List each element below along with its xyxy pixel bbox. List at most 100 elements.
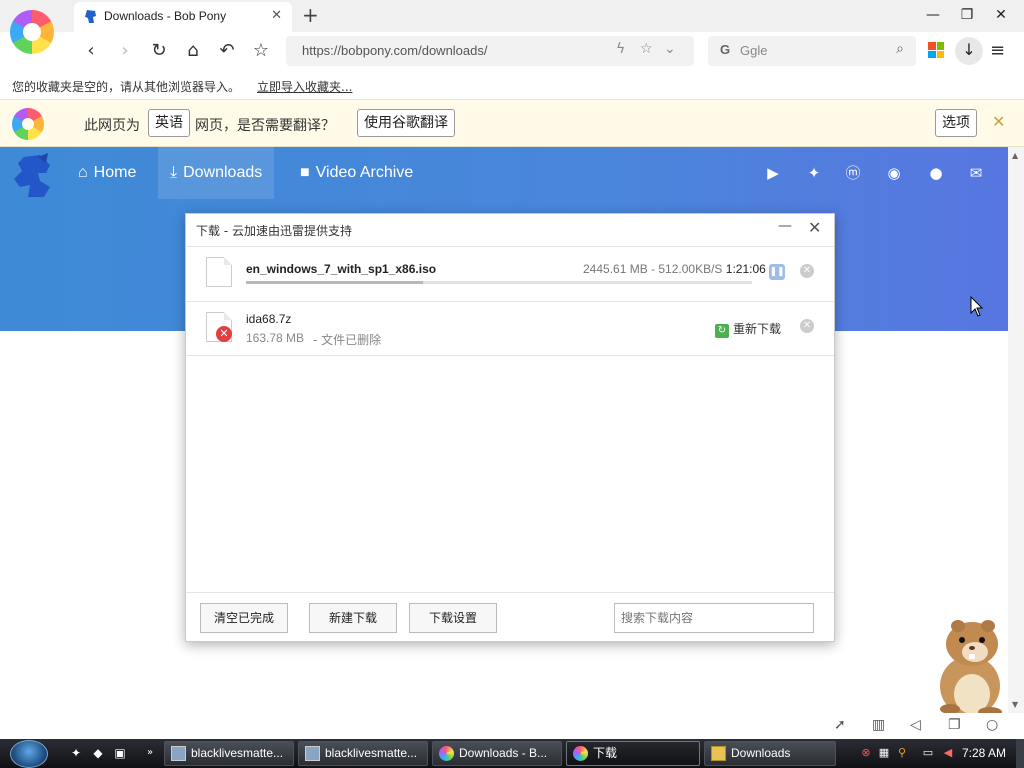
import-bookmarks-link[interactable]: 立即导入收藏夹... [257,78,352,95]
url-text: https://bobpony.com/downloads/ [302,43,488,58]
lightning-icon[interactable]: ϟ [616,41,625,57]
downloads-arrow-icon[interactable]: ↓ [955,37,983,65]
tray-search-icon[interactable]: ⚲ [894,745,910,761]
close-window-button[interactable]: ✕ [986,4,1016,26]
taskbar-button[interactable]: Downloads [704,741,836,766]
quicklaunch-expand-icon[interactable]: » [142,745,158,761]
translate-prefix: 此网页为 [84,118,140,134]
bobpony-favicon-icon [85,10,96,23]
apps-grid-icon[interactable] [928,42,944,58]
clear-completed-button[interactable]: 清空已完成 [200,603,288,633]
window-icon [171,746,186,761]
discord-icon[interactable]: ◉ [884,163,904,183]
nav-downloads-label: Downloads [183,164,263,181]
search-downloads-input[interactable] [614,603,814,633]
taskbar-button-label: Downloads - B... [459,746,548,760]
download-settings-button[interactable]: 下载设置 [409,603,497,633]
translate-close-icon[interactable]: ✕ [992,112,1005,131]
tab-title: Downloads - Bob Pony [104,9,227,23]
menu-hamburger-icon[interactable]: ≡ [990,40,1005,61]
window-icon [305,746,320,761]
progress-fill [246,281,424,284]
undo-close-icon[interactable]: ↶ [214,38,240,64]
search-bar[interactable]: G Ggle ⌕ [708,36,916,66]
twitter-icon[interactable]: ✦ [804,163,824,183]
github-icon[interactable]: ● [926,163,946,183]
pause-icon[interactable]: ❚❚ [769,264,785,280]
new-download-button[interactable]: 新建下载 [309,603,397,633]
favorite-star-icon[interactable]: ☆ [640,41,653,57]
search-engine-icon: G [720,42,731,57]
tray-monitor-icon[interactable]: ▭ [920,745,936,761]
mastodon-icon[interactable]: ⓜ [843,163,863,183]
bookmark-star-icon[interactable]: ☆ [248,38,274,64]
nav-downloads[interactable]: ⤓ Downloads [158,147,275,199]
show-desktop-icon[interactable]: ▣ [112,745,128,761]
redownload-button[interactable]: ↻ 重新下载 [715,320,781,338]
home-button[interactable]: ⌂ [180,38,206,64]
browser-titlebar: Downloads - Bob Pony ✕ + — ❐ ✕ [0,0,1024,32]
zoom-icon[interactable]: ○ [986,717,998,733]
trash-icon[interactable]: ▥ [872,717,885,733]
download-item[interactable]: ✕ ida68.7z 163.78 MB - 文件已删除 ↻ 重新下载 ✕ [186,301,834,356]
taskbar-button[interactable]: blacklivesmatte... [164,741,294,766]
dialog-close-button[interactable]: ✕ [808,218,821,237]
tray-network-icon[interactable]: ▦ [876,745,892,761]
redownload-label: 重新下载 [733,322,782,336]
chevron-down-icon[interactable]: ⌄ [664,41,676,57]
search-icon[interactable]: ⌕ [896,41,904,57]
address-bar[interactable]: https://bobpony.com/downloads/ ϟ ☆ ⌄ [286,36,694,66]
download-manager-dialog: 下载 - 云加速由迅雷提供支持 — ✕ en_windows_7_with_sp… [185,213,835,642]
download-size: 163.78 MB [246,331,305,345]
nav-home[interactable]: ⌂ Home [66,147,148,199]
forward-button[interactable]: › [112,38,138,64]
start-button[interactable] [10,740,48,768]
taskbar-button-label: Downloads [731,746,791,760]
remove-download-icon[interactable]: ✕ [800,319,814,333]
browser-icon [573,746,588,761]
minimize-window-button[interactable]: — [918,4,948,26]
back-button[interactable]: ‹ [78,38,104,64]
refresh-icon: ↻ [715,324,729,338]
window-icon[interactable]: ❐ [948,717,961,733]
browser-status-bar: ➚ ▥ ◁ ❐ ○ [0,713,1024,739]
quicklaunch-app-icon[interactable]: ✦ [68,745,84,761]
taskbar-button[interactable]: 下载 [566,741,700,766]
restore-window-button[interactable]: ❐ [952,4,982,26]
tab-close-icon[interactable]: ✕ [271,8,282,23]
taskbar-button[interactable]: blacklivesmatte... [298,741,428,766]
rocket-icon[interactable]: ➚ [834,717,846,733]
tray-error-icon[interactable]: ⊗ [858,745,874,761]
remove-download-icon[interactable]: ✕ [800,264,814,278]
scroll-down-icon[interactable]: ▼ [1012,700,1018,709]
site-navigation: ⌂ Home ⤓ Downloads ■ Video Archive ▶ ✦ ⓜ ◉ … [0,147,1008,199]
browser-tab-active[interactable]: Downloads - Bob Pony ✕ [74,2,292,32]
download-item[interactable]: en_windows_7_with_sp1_x86.iso 2445.61 MB… [186,246,834,301]
nav-video-archive[interactable]: ■ Video Archive [288,147,425,199]
show-desktop-button[interactable] [1016,739,1024,768]
bookmarks-empty-message: 您的收藏夹是空的，请从其他浏览器导入。 [12,80,241,94]
quicklaunch-shield-icon[interactable]: ◆ [90,745,106,761]
youtube-icon[interactable]: ▶ [763,163,783,183]
tray-volume-muted-icon[interactable]: ◀ [940,745,956,761]
translate-options-button[interactable]: 选项 [935,109,977,137]
taskbar-clock[interactable]: 7:28 AM [962,746,1006,760]
language-button[interactable]: 英语 [148,109,190,137]
download-filename: ida68.7z [246,312,292,326]
bobpony-logo-icon[interactable] [10,151,58,199]
home-icon: ⌂ [78,164,88,181]
browser-icon [439,746,454,761]
hamster-mascot-image[interactable] [920,614,1012,718]
taskbar-button[interactable]: Downloads - B... [432,741,562,766]
browser-logo[interactable] [10,10,54,54]
new-tab-button[interactable]: + [302,3,319,27]
mouse-cursor-icon [970,296,984,317]
download-status: 2445.61 MB - 512.00KB/S 1:21:06 [583,262,766,276]
mail-icon[interactable]: ✉ [966,163,986,183]
windows-taskbar: ✦ ◆ ▣ » blacklivesmatte... blacklivesmat… [0,739,1024,768]
speaker-icon[interactable]: ◁ [910,717,921,733]
dialog-minimize-button[interactable]: — [778,218,792,234]
scroll-up-icon[interactable]: ▲ [1012,151,1018,160]
google-translate-button[interactable]: 使用谷歌翻译 [357,109,455,137]
reload-icon[interactable]: ↻ [146,38,172,64]
